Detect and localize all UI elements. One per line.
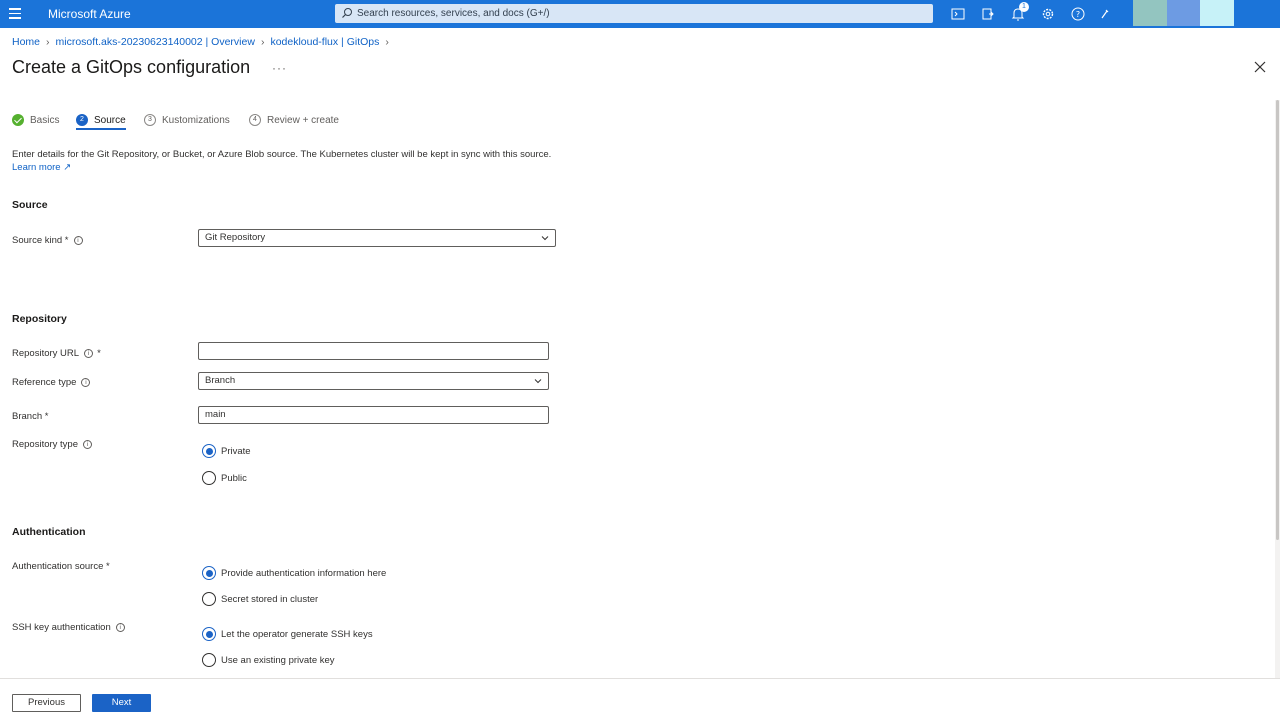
top-navigation-bar: Microsoft Azure Search resources, servic… bbox=[0, 0, 1280, 28]
radio-selected-indicator bbox=[202, 627, 216, 641]
tab-basics[interactable]: Basics bbox=[12, 112, 59, 128]
source-kind-value: Git Repository bbox=[205, 232, 266, 243]
notification-count-badge: 1 bbox=[1019, 2, 1029, 12]
section-heading-authentication: Authentication bbox=[12, 526, 86, 538]
source-kind-dropdown[interactable]: Git Repository bbox=[198, 229, 556, 247]
breadcrumb-aks-overview[interactable]: microsoft.aks-20230623140002 | Overview bbox=[56, 36, 255, 48]
radio-indicator bbox=[202, 471, 216, 485]
step-number-badge: 3 bbox=[144, 114, 156, 126]
radio-ssh-operator-generate[interactable]: Let the operator generate SSH keys bbox=[202, 627, 373, 641]
previous-button[interactable]: Previous bbox=[12, 694, 81, 712]
account-directory[interactable] bbox=[1167, 0, 1200, 26]
vertical-scrollbar[interactable] bbox=[1275, 100, 1280, 678]
breadcrumb-home[interactable]: Home bbox=[12, 36, 40, 48]
radio-selected-indicator bbox=[202, 444, 216, 458]
tab-kustomizations[interactable]: 3 Kustomizations bbox=[144, 112, 230, 128]
search-icon bbox=[342, 8, 352, 18]
radio-repository-private[interactable]: Private bbox=[202, 444, 251, 458]
checkmark-icon bbox=[12, 114, 24, 126]
radio-selected-indicator bbox=[202, 566, 216, 580]
tab-kustomizations-label: Kustomizations bbox=[162, 114, 230, 126]
chevron-right-icon: › bbox=[385, 36, 389, 48]
branch-label: Branch * bbox=[12, 411, 49, 422]
section-heading-repository: Repository bbox=[12, 313, 67, 325]
more-options-icon[interactable]: ··· bbox=[272, 61, 287, 75]
menu-icon[interactable] bbox=[9, 8, 21, 19]
info-icon[interactable]: i bbox=[81, 378, 91, 387]
tab-basics-label: Basics bbox=[30, 114, 60, 126]
authentication-source-label: Authentication source * bbox=[12, 561, 110, 572]
source-description: Enter details for the Git Repository, or… bbox=[12, 148, 552, 174]
radio-auth-secret-in-cluster[interactable]: Secret stored in cluster bbox=[202, 592, 318, 606]
external-link-icon: ↗ bbox=[63, 162, 72, 173]
tab-review-create[interactable]: 4 Review + create bbox=[249, 112, 339, 128]
info-icon[interactable]: i bbox=[83, 440, 93, 449]
repository-url-label: Repository URL i * bbox=[12, 348, 101, 359]
chevron-right-icon: › bbox=[260, 36, 265, 48]
reference-type-dropdown[interactable]: Branch bbox=[198, 372, 549, 390]
svg-text:?: ? bbox=[1076, 10, 1080, 19]
feedback-icon[interactable] bbox=[1097, 6, 1113, 22]
breadcrumb: Home › microsoft.aks-20230623140002 | Over… bbox=[12, 36, 395, 48]
settings-gear-icon[interactable] bbox=[1040, 6, 1056, 22]
chevron-right-icon: › bbox=[46, 36, 50, 48]
search-placeholder: Search resources, services, and docs (G+… bbox=[357, 8, 550, 19]
close-icon[interactable] bbox=[1254, 61, 1266, 73]
cloud-shell-icon[interactable] bbox=[950, 6, 966, 22]
branch-input[interactable]: main bbox=[198, 406, 549, 424]
step-number-badge: 2 bbox=[76, 114, 88, 126]
account-profile-image[interactable] bbox=[1200, 0, 1234, 26]
account-avatar[interactable] bbox=[1133, 0, 1167, 26]
section-heading-source: Source bbox=[12, 199, 48, 211]
step-number-badge: 4 bbox=[249, 114, 261, 126]
tab-source-label: Source bbox=[94, 114, 126, 126]
info-icon[interactable]: i bbox=[115, 623, 125, 632]
scrollbar-thumb[interactable] bbox=[1276, 100, 1279, 540]
source-kind-label: Source kind * i bbox=[12, 235, 83, 246]
description-text: Enter details for the Git Repository, or… bbox=[12, 149, 552, 160]
radio-auth-provide-info[interactable]: Provide authentication information here bbox=[202, 566, 386, 580]
learn-more-link[interactable]: Learn more ↗ bbox=[12, 162, 71, 173]
active-tab-indicator bbox=[76, 128, 126, 130]
breadcrumb-gitops[interactable]: kodekloud-flux | GitOps bbox=[270, 36, 379, 48]
info-icon[interactable]: i bbox=[73, 236, 83, 245]
page-title: Create a GitOps configuration bbox=[12, 57, 251, 77]
repository-url-input[interactable] bbox=[198, 342, 549, 360]
tab-source[interactable]: 2 Source bbox=[76, 112, 126, 128]
reference-type-value: Branch bbox=[205, 375, 236, 386]
tab-review-create-label: Review + create bbox=[267, 114, 339, 126]
radio-indicator bbox=[202, 592, 216, 606]
chevron-down-icon bbox=[534, 379, 542, 384]
directory-filter-icon[interactable] bbox=[980, 6, 996, 22]
notifications-bell-icon[interactable]: 1 bbox=[1010, 2, 1029, 22]
chevron-down-icon bbox=[541, 236, 549, 241]
radio-repository-public[interactable]: Public bbox=[202, 471, 247, 485]
ssh-key-authentication-label: SSH key authentication i bbox=[12, 622, 125, 633]
radio-ssh-existing-key[interactable]: Use an existing private key bbox=[202, 653, 335, 667]
next-button[interactable]: Next bbox=[92, 694, 151, 712]
repository-type-label: Repository type i bbox=[12, 439, 93, 450]
footer-bar bbox=[0, 678, 1280, 720]
brand-name[interactable]: Microsoft Azure bbox=[48, 7, 131, 21]
info-icon[interactable]: i bbox=[84, 349, 94, 358]
help-icon[interactable]: ? bbox=[1070, 6, 1086, 22]
reference-type-label: Reference type i bbox=[12, 377, 91, 388]
radio-indicator bbox=[202, 653, 216, 667]
global-search-input[interactable]: Search resources, services, and docs (G+… bbox=[335, 4, 933, 23]
